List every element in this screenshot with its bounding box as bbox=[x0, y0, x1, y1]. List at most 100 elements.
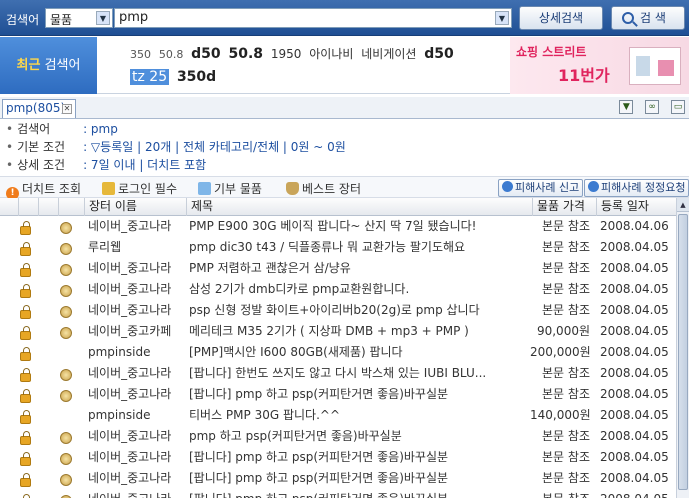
recent-word[interactable]: 아이나비 bbox=[309, 47, 353, 61]
table-row[interactable]: 네이버_중고나라[팝니다] pmp 하고 psp(커피탄거면 좋음)바꾸실분본문… bbox=[0, 384, 676, 405]
title-link[interactable]: [팝니다] 한번도 쓰지도 않고 다시 박스채 있는 IUBI BLU... bbox=[189, 363, 529, 384]
table-row[interactable]: 네이버_중고나라 psp 신형 정발 화이트+아이리버b20(2g)로 pmp 삽… bbox=[0, 300, 676, 321]
recent-word[interactable]: 50.8 bbox=[229, 46, 264, 62]
medal-cell bbox=[60, 279, 78, 300]
table-row[interactable]: 네이버_중고카페 메리테크 M35 2기가 ( 지상파 DMB + mp3 + P… bbox=[0, 321, 676, 342]
scroll-up-icon[interactable]: ▲ bbox=[677, 198, 689, 212]
price-cell: 본문 참조 bbox=[542, 366, 590, 380]
report-correction-button[interactable]: 피해사례 정정요청 bbox=[584, 179, 689, 197]
ad-line2: 11번가 bbox=[558, 66, 610, 85]
recent-word[interactable]: 350 bbox=[130, 48, 151, 61]
scrollbar[interactable]: ▲ bbox=[676, 198, 689, 498]
chevron-down-icon[interactable]: ▼ bbox=[495, 11, 509, 25]
filter-best-market[interactable]: 베스트 장터 bbox=[286, 180, 361, 197]
date-cell: 2008.04.05 bbox=[600, 240, 669, 254]
condition-value[interactable]: : ▽등록일 | 20개 | 전체 카테고리/전체 | 0원 ~ 0원 bbox=[83, 140, 346, 154]
table-row[interactable]: 네이버_중고나라 [팝니다] 한번도 쓰지도 않고 다시 박스채 있는 IUBI … bbox=[0, 363, 676, 384]
header-price[interactable]: 물품 가격 bbox=[532, 198, 596, 216]
header-col2[interactable] bbox=[38, 198, 58, 216]
medal-cell bbox=[60, 237, 78, 258]
table-row[interactable]: 네이버_중고나라[팝니다] pmp 하고 psp(커피탄거면 좋음)바꾸실분본문… bbox=[0, 489, 676, 498]
globe-icon bbox=[588, 181, 599, 192]
condition-value[interactable]: : pmp bbox=[83, 122, 118, 136]
title-link[interactable]: [팝니다] pmp 하고 psp(커피탄거면 좋음)바꾸실분 bbox=[189, 384, 529, 405]
table-row[interactable]: 네이버_중고나라 pmp 하고 psp(커피탄거면 좋음)바꾸실분 본문 참조 200… bbox=[0, 426, 676, 447]
recent-word[interactable]: d50 bbox=[424, 46, 454, 62]
title-link[interactable]: pmp 하고 psp(커피탄거면 좋음)바꾸실분 bbox=[189, 426, 529, 447]
tab-pmp[interactable]: pmp(805) ✕ bbox=[2, 99, 76, 118]
advanced-search-button[interactable]: 상세검색 bbox=[519, 6, 603, 30]
table-row[interactable]: 네이버_중고나라[팝니다] pmp 하고 psp(커피탄거면 좋음)바꾸실분본문… bbox=[0, 468, 676, 489]
seller-cell: 네이버_중고나라 bbox=[88, 450, 172, 464]
close-icon[interactable]: ✕ bbox=[62, 104, 72, 114]
header-lock-col[interactable] bbox=[18, 198, 38, 216]
medal-icon bbox=[60, 453, 72, 465]
table-row[interactable]: 네이버_중고나라 PMP 저렴하고 괜찮은거 삼/냥유 본문 참조 2008.04.0… bbox=[0, 258, 676, 279]
recent-word[interactable]: d50 bbox=[191, 46, 221, 62]
lock-cell bbox=[20, 300, 36, 321]
recent-word[interactable]: 350d bbox=[177, 69, 216, 85]
title-link[interactable]: [팝니다] pmp 하고 psp(커피탄거면 좋음)바꾸실분 bbox=[189, 447, 529, 468]
header-title[interactable]: 제목 bbox=[186, 198, 532, 216]
search-input[interactable]: pmp ▼ bbox=[114, 8, 512, 28]
chevron-down-icon[interactable]: ▼ bbox=[96, 11, 110, 25]
filter-login-required[interactable]: 로그인 필수 bbox=[102, 180, 177, 197]
header-medal-col[interactable] bbox=[58, 198, 84, 216]
scroll-thumb[interactable] bbox=[678, 214, 688, 490]
medal-cell bbox=[60, 363, 78, 384]
title-link[interactable]: [팝니다] pmp 하고 psp(커피탄거면 좋음)바꾸실분 bbox=[189, 489, 529, 498]
title-link[interactable]: 티버스 PMP 30G 팝니다.^^ bbox=[189, 405, 529, 426]
date-cell: 2008.04.05 bbox=[600, 471, 669, 485]
seller-cell: 루리웹 bbox=[88, 240, 122, 254]
table-row[interactable]: 네이버_중고나라[팝니다] pmp 하고 psp(커피탄거면 좋음)바꾸실분본문… bbox=[0, 447, 676, 468]
table-row[interactable]: pmpinside [PMP]맥시안 I600 80GB(새제품) 팝니다 200,… bbox=[0, 342, 676, 363]
medal-cell bbox=[60, 468, 78, 489]
category-value: 물품 bbox=[50, 13, 73, 27]
title-link[interactable]: pmp dic30 t43 / 딕플종류나 뭐 교환가능 팔기도해요 bbox=[189, 237, 529, 258]
table-row[interactable]: 네이버_중고나라 PMP E900 30G 베이직 팝니다~ 산지 딱 7일 됐습… bbox=[0, 216, 676, 237]
medal-cell bbox=[60, 321, 78, 342]
header-seller[interactable]: 장터 이름 bbox=[84, 198, 186, 216]
seller-cell: 네이버_중고나라 bbox=[88, 219, 172, 233]
price-cell: 200,000원 bbox=[530, 345, 590, 359]
medal-icon bbox=[60, 222, 72, 234]
title-link[interactable]: 메리테크 M35 2기가 ( 지상파 DMB + mp3 + PMP ) bbox=[189, 321, 529, 342]
ad-banner[interactable]: 쇼핑 스트리트 11번가 bbox=[510, 37, 689, 94]
lock-icon bbox=[102, 182, 115, 195]
report-damage-button[interactable]: 피해사례 신고 bbox=[498, 179, 584, 197]
title-link[interactable]: [PMP]맥시안 I600 80GB(새제품) 팝니다 bbox=[189, 342, 529, 363]
recent-word[interactable]: 1950 bbox=[271, 47, 302, 61]
filter-donation[interactable]: 기부 물품 bbox=[198, 180, 262, 197]
table-row[interactable]: 루리웹 pmp dic30 t43 / 딕플종류나 뭐 교환가능 팔기도해요 본문 … bbox=[0, 237, 676, 258]
title-link[interactable]: PMP 저렴하고 괜찮은거 삼/냥유 bbox=[189, 258, 529, 279]
lock-icon bbox=[20, 389, 31, 403]
dropdown-icon[interactable]: ▼ bbox=[619, 100, 634, 114]
table-row[interactable]: pmpinside 티버스 PMP 30G 팝니다.^^ 140,000원 2008.… bbox=[0, 405, 676, 426]
title-link[interactable]: 삼성 2기가 dmb디카로 pmp교환원합니다. bbox=[189, 279, 529, 300]
date-cell: 2008.04.05 bbox=[600, 303, 669, 317]
seller-cell: 네이버_중고나라 bbox=[88, 303, 172, 317]
lock-icon bbox=[20, 473, 31, 487]
search-button[interactable]: 검 색 bbox=[611, 6, 685, 30]
tab-strip: pmp(805) ✕ ▼ ∞ ▭ bbox=[0, 97, 689, 119]
recent-word[interactable]: 50.8 bbox=[159, 48, 184, 61]
title-link[interactable]: PMP E900 30G 베이직 팝니다~ 산지 딱 7일 됐습니다! bbox=[189, 216, 529, 237]
title-link[interactable]: psp 신형 정발 화이트+아이리버b20(2g)로 pmp 삽니다 bbox=[189, 300, 529, 321]
recent-word[interactable]: 네비게이션 bbox=[361, 47, 416, 61]
lock-cell bbox=[20, 216, 36, 237]
glasses-icon[interactable]: ∞ bbox=[645, 100, 660, 114]
filter-thecheat[interactable]: ! 더치트 조회 bbox=[6, 180, 81, 200]
lock-cell bbox=[20, 426, 36, 447]
header-date[interactable]: 등록 일자 bbox=[596, 198, 676, 216]
medal-cell bbox=[60, 426, 78, 447]
recent-word[interactable]: tz 25 bbox=[130, 69, 170, 85]
table-row[interactable]: 네이버_중고나라 삼성 2기가 dmb디카로 pmp교환원합니다. 본문 참조 200… bbox=[0, 279, 676, 300]
window-icon[interactable]: ▭ bbox=[671, 100, 685, 114]
lock-cell bbox=[20, 447, 36, 468]
condition-value[interactable]: : 7일 이내 | 더치트 포함 bbox=[83, 158, 206, 172]
medal-icon bbox=[60, 285, 72, 297]
title-link[interactable]: [팝니다] pmp 하고 psp(커피탄거면 좋음)바꾸실분 bbox=[189, 468, 529, 489]
price-cell: 90,000원 bbox=[536, 324, 590, 338]
condition-row: • 검색어: pmp bbox=[6, 120, 689, 138]
category-select[interactable]: 물품 ▼ bbox=[45, 8, 113, 28]
